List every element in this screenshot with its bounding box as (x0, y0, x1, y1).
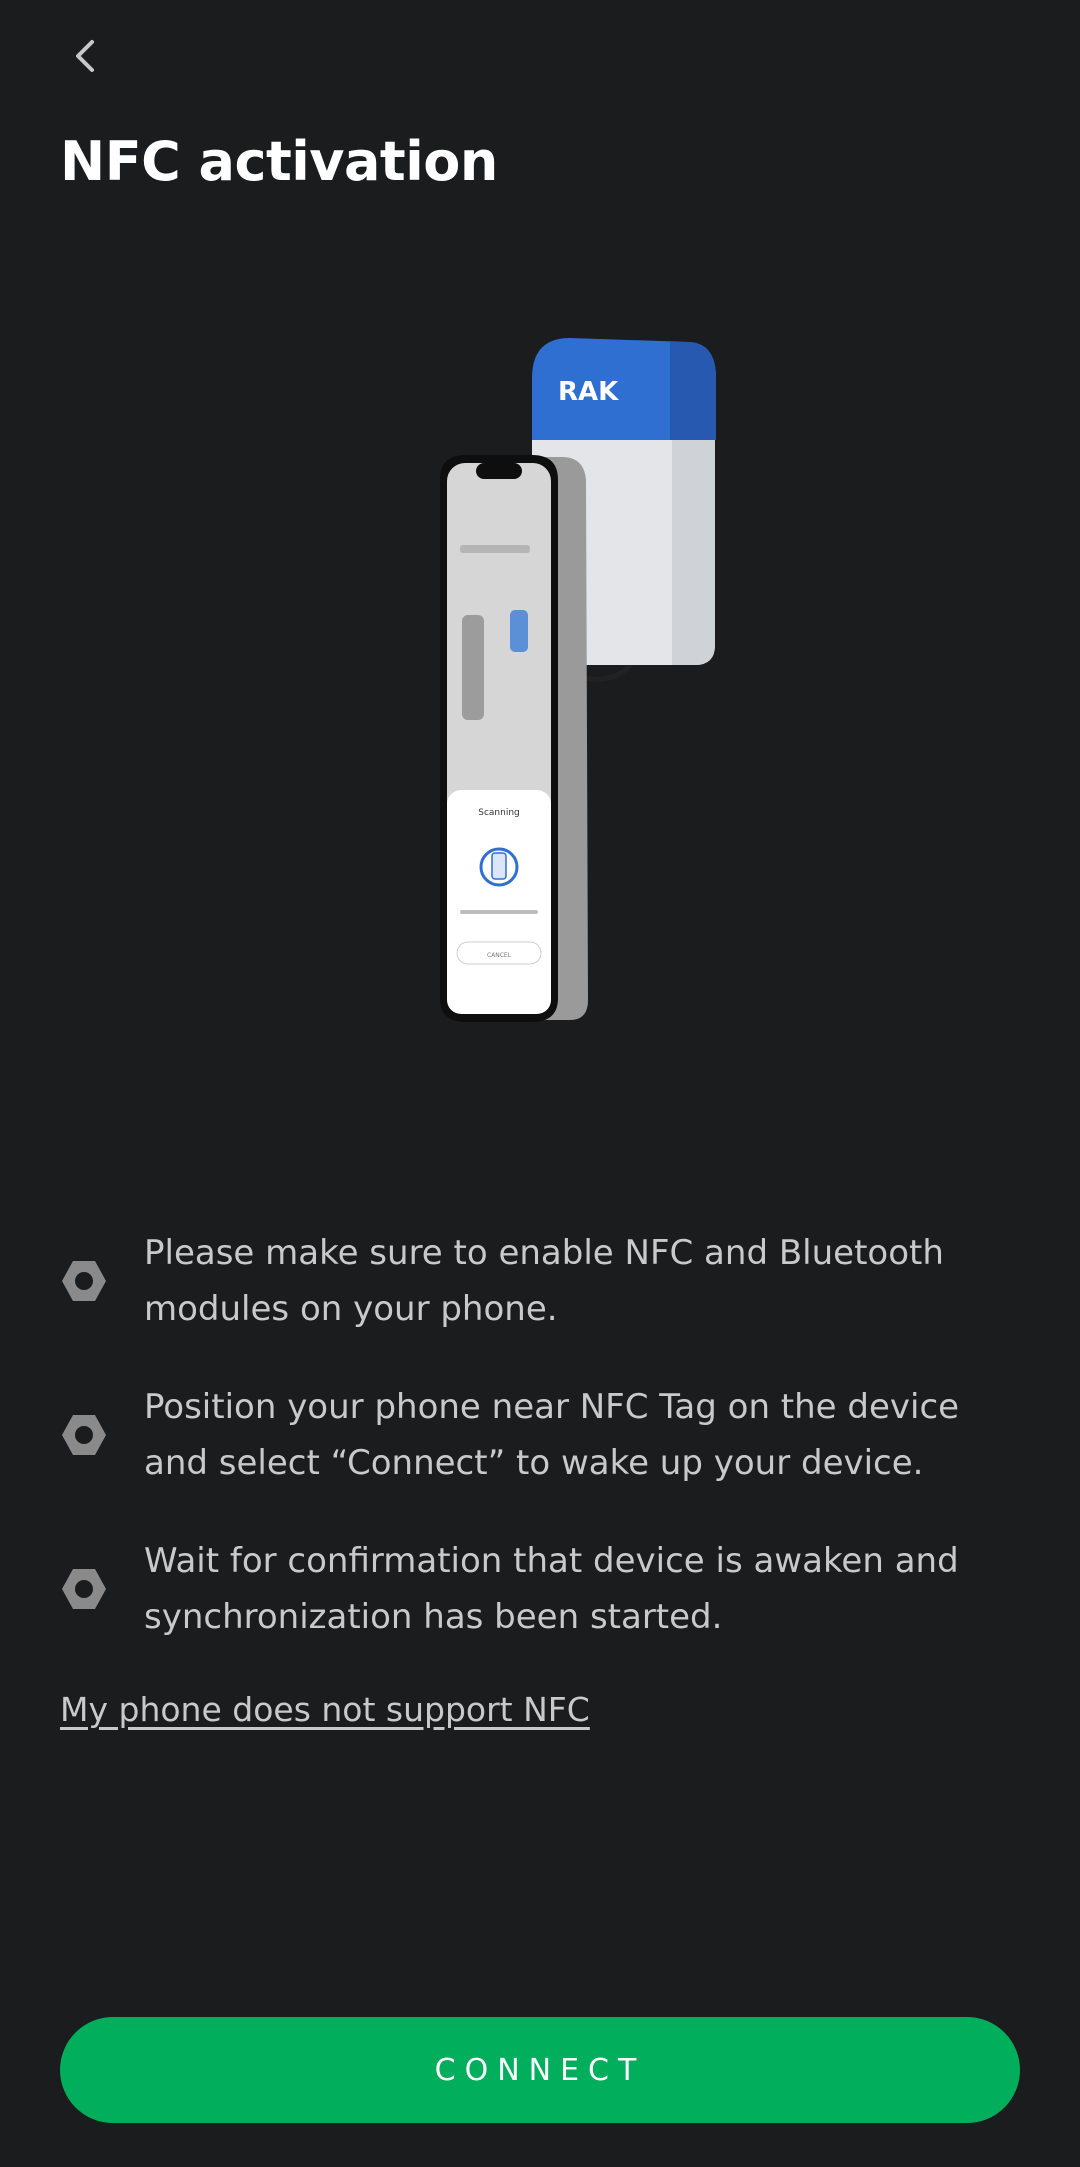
page-title: NFC activation (60, 130, 498, 193)
step-3-line-2: synchronization has been started. (144, 1597, 723, 1637)
hexagon-bullet-icon (62, 1415, 106, 1455)
nfc-illustration: RAK Scanning CANCEL (440, 338, 716, 1022)
nfc-activation-screen: NFC activation RAK Scanning CANCEL Pleas… (0, 0, 1080, 2167)
back-button[interactable] (58, 28, 114, 84)
step-2: Position your phone near NFC Tag on the … (60, 1379, 1020, 1491)
step-2-line-2: and select “Connect” to wake up your dev… (144, 1443, 924, 1483)
no-nfc-support-link[interactable]: My phone does not support NFC (60, 1690, 590, 1729)
step-3: Wait for confirmation that device is awa… (60, 1533, 1020, 1645)
phone-sheet-cancel: CANCEL (487, 952, 512, 959)
device-brand-logo: RAK (558, 377, 619, 407)
instruction-steps: Please make sure to enable NFC and Bluet… (60, 1225, 1020, 1687)
step-1-line-1: Please make sure to enable NFC and Bluet… (144, 1233, 944, 1273)
step-1: Please make sure to enable NFC and Bluet… (60, 1225, 1020, 1337)
step-2-line-1: Position your phone near NFC Tag on the … (144, 1387, 960, 1427)
hexagon-bullet-icon (62, 1261, 106, 1301)
connect-button[interactable]: CONNECT (60, 2017, 1020, 2123)
step-1-text: Please make sure to enable NFC and Bluet… (144, 1225, 944, 1337)
chevron-left-icon (76, 40, 94, 72)
phone-sheet-title: Scanning (478, 808, 520, 818)
step-3-line-1: Wait for confirmation that device is awa… (144, 1541, 959, 1581)
step-1-line-2: modules on your phone. (144, 1289, 558, 1329)
hexagon-bullet-icon (62, 1569, 106, 1609)
step-2-text: Position your phone near NFC Tag on the … (144, 1379, 959, 1491)
phone-image: Scanning CANCEL (440, 455, 588, 1022)
step-3-text: Wait for confirmation that device is awa… (144, 1533, 959, 1645)
